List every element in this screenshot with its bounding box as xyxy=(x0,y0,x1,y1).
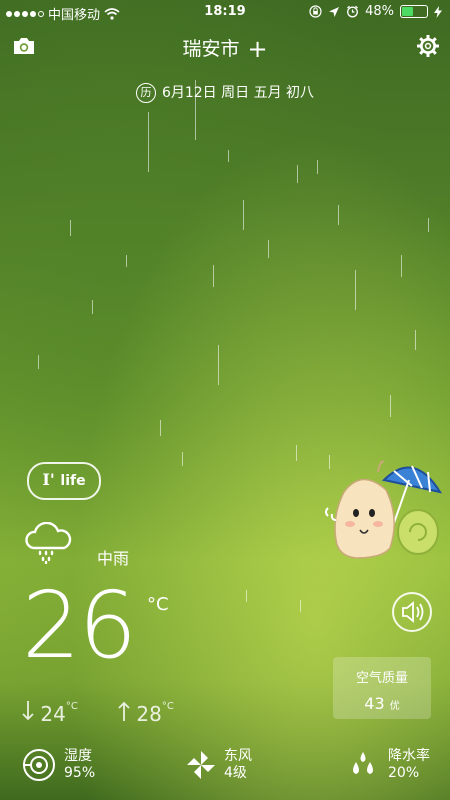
arrow-down-icon xyxy=(22,701,34,721)
humidity-label: 湿度 xyxy=(64,748,92,765)
aqi-number: 43 xyxy=(364,694,385,713)
precipitation-value: 20% xyxy=(388,764,420,781)
wind-icon xyxy=(187,750,215,779)
humidity-stat: 湿度 95% xyxy=(22,748,95,782)
ilife-logo-text: I' xyxy=(42,470,55,489)
alarm-icon xyxy=(347,5,359,18)
city-selector[interactable]: 瑞安市 + xyxy=(0,34,450,63)
low-temperature: 24°C xyxy=(22,701,78,726)
add-city-button[interactable]: + xyxy=(247,35,267,63)
aqi-level: 优 xyxy=(389,701,400,712)
air-quality-card[interactable]: 空气质量 43 优 xyxy=(333,657,431,719)
humidity-value: 95% xyxy=(64,765,96,781)
status-bar: 中国移动 18:19 48% xyxy=(0,0,450,24)
speaker-icon xyxy=(402,601,424,623)
current-temperature: 26 xyxy=(22,572,137,679)
wind-level-value: 4级 xyxy=(224,764,247,781)
calendar-badge[interactable]: 历 xyxy=(135,83,156,103)
wind-stat: 东风 4级 xyxy=(186,748,252,782)
high-unit: °C xyxy=(161,701,174,712)
battery-percent: 48% xyxy=(365,4,394,19)
high-temperature: 28°C xyxy=(118,701,174,726)
low-unit: °C xyxy=(65,701,78,712)
date-text: 6月12日 周日 五月 初八 xyxy=(161,85,315,101)
rain-drops-icon xyxy=(353,751,373,774)
temperature-unit: °C xyxy=(147,594,169,615)
city-name[interactable]: 瑞安市 xyxy=(182,38,239,60)
precipitation-stat: 降水率 20% xyxy=(348,748,430,782)
status-right: 48% xyxy=(309,4,442,19)
arrow-up-icon xyxy=(118,701,130,721)
voice-broadcast-button[interactable] xyxy=(392,592,432,632)
snail-mascot[interactable] xyxy=(322,458,448,568)
charging-icon xyxy=(434,5,442,18)
ilife-label: life xyxy=(60,473,86,489)
air-quality-title: 空气质量 xyxy=(355,671,408,686)
wind-direction-label: 东风 xyxy=(224,748,252,764)
battery-icon xyxy=(400,5,428,18)
rain-cloud-icon xyxy=(25,522,72,564)
gear-icon[interactable] xyxy=(416,34,440,58)
high-value: 28 xyxy=(136,702,162,726)
low-value: 24 xyxy=(40,702,66,726)
precipitation-label: 降水率 xyxy=(388,748,430,764)
date-line[interactable]: 历 6月12日 周日 五月 初八 xyxy=(0,82,450,103)
location-icon xyxy=(329,6,340,17)
humidity-icon xyxy=(23,749,55,781)
ilife-button[interactable]: I' life xyxy=(27,462,101,500)
rotation-lock-icon xyxy=(309,5,322,18)
air-quality-value: 43 优 xyxy=(333,694,431,713)
condition-label: 中雨 xyxy=(97,549,130,568)
